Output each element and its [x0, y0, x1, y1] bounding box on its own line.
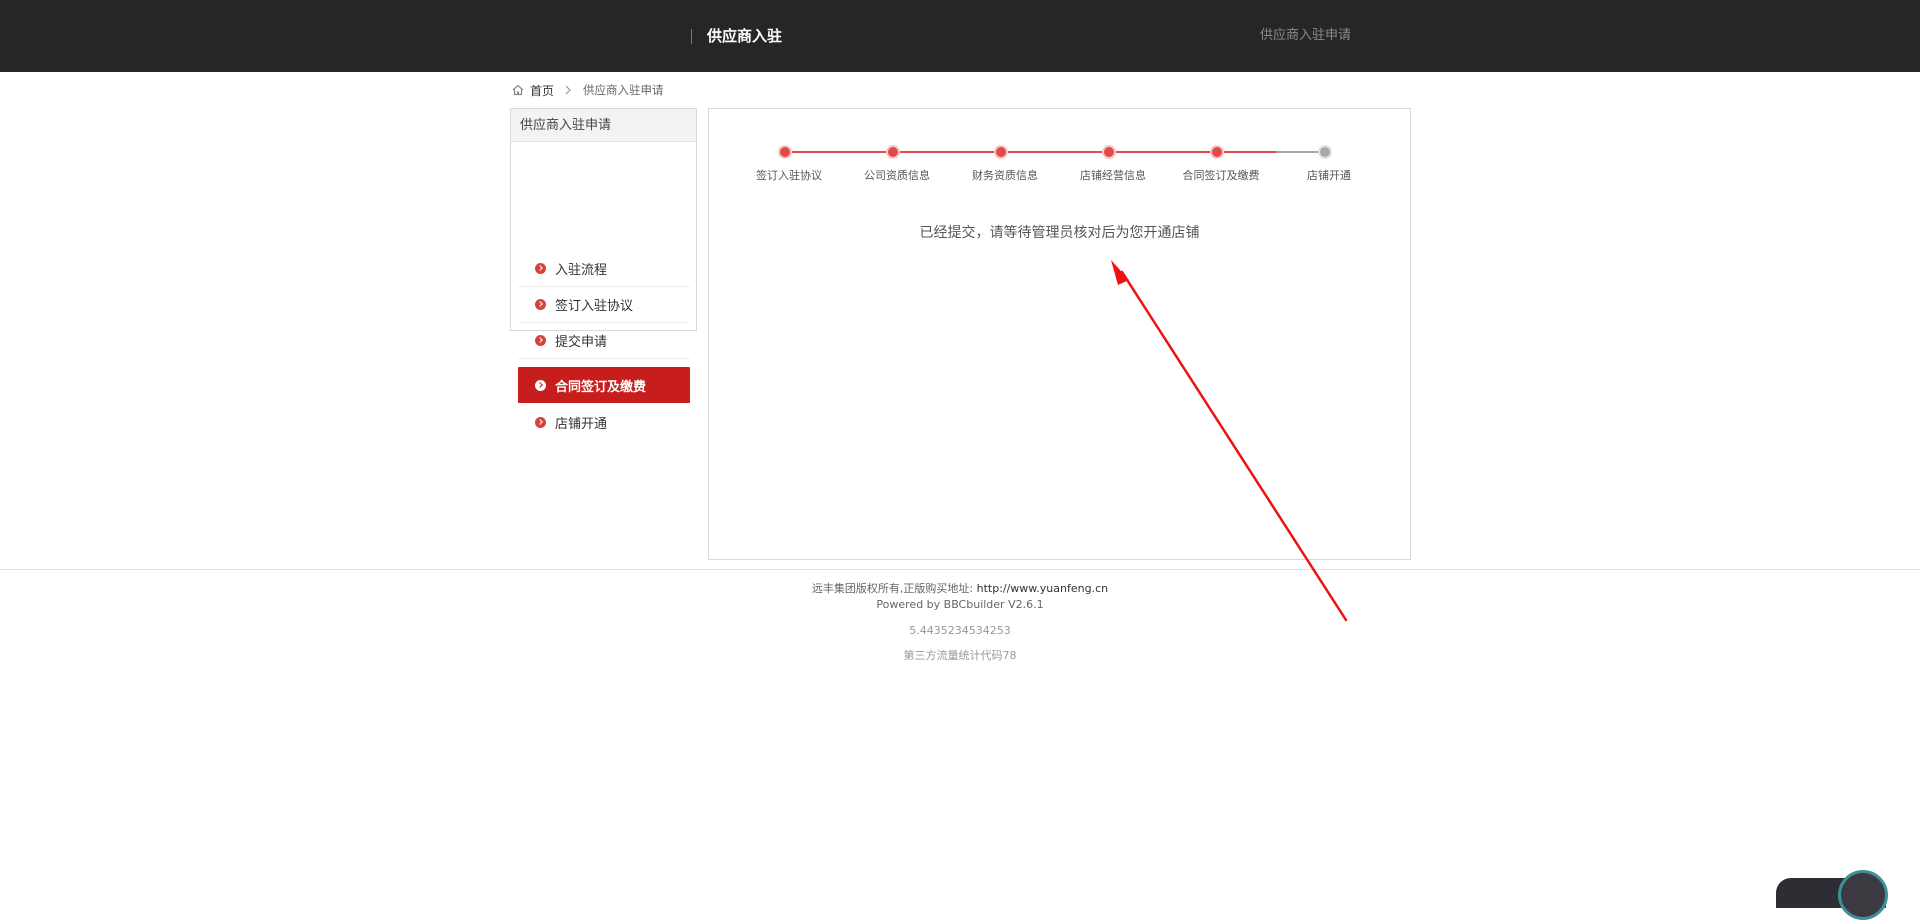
step-label: 店铺开通: [1307, 169, 1351, 182]
chevron-right-icon: [565, 85, 571, 95]
copyright-text: 远丰集团版权所有,正版购买地址:: [811, 582, 974, 595]
top-header: 供应商入驻 供应商入驻申请: [0, 0, 1920, 72]
step-dot: [888, 147, 898, 157]
footer-url-link[interactable]: http://www.yuanfeng.cn: [977, 582, 1108, 595]
sidebar-title: 供应商入驻申请: [511, 109, 696, 142]
sidebar-item-label: 入驻流程: [555, 263, 608, 278]
breadcrumb: 首页 供应商入驻申请: [511, 81, 664, 99]
step-dot: [996, 147, 1006, 157]
step-label: 店铺经营信息: [1080, 169, 1146, 182]
step-label: 公司资质信息: [864, 169, 930, 182]
site-title: 供应商入驻: [707, 27, 783, 45]
step-dot: [780, 147, 790, 157]
step-connector: [1006, 151, 1104, 153]
step-connector: [1222, 151, 1276, 153]
header-apply-link[interactable]: 供应商入驻申请: [1260, 26, 1351, 46]
step-label: 签订入驻协议: [756, 169, 822, 182]
chevron-circle-icon: [535, 416, 546, 428]
footer-powered: Powered by BBCbuilder V2.6.1: [876, 598, 1044, 611]
sidebar-item-contract[interactable]: 合同签订及缴费: [518, 367, 690, 403]
footer-divider: [0, 569, 1920, 570]
chevron-circle-icon: [535, 263, 546, 274]
sidebar-item-label: 签订入驻协议: [555, 299, 634, 314]
step-connector: [1276, 151, 1320, 153]
breadcrumb-home[interactable]: 首页: [530, 82, 554, 99]
sidebar-item-agreement[interactable]: 签订入驻协议: [518, 287, 690, 323]
footer-stats: 第三方流量统计代码78: [903, 649, 1017, 662]
sidebar-item-label: 店铺开通: [555, 416, 608, 432]
header-divider: [691, 29, 692, 44]
step-dot: [1320, 147, 1330, 157]
breadcrumb-current: 供应商入驻申请: [583, 83, 664, 97]
floating-widget-ring-icon[interactable]: [1838, 870, 1888, 920]
chevron-circle-icon: [535, 299, 546, 310]
sidebar: 供应商入驻申请 入驻流程 签订入驻协议 提交申请 合同签订及缴费 店铺开通: [510, 108, 697, 432]
step-label: 财务资质信息: [972, 169, 1038, 182]
step-connector: [790, 151, 888, 153]
sidebar-item-submit[interactable]: 提交申请: [518, 323, 690, 359]
chevron-circle-icon: [535, 335, 546, 346]
sidebar-item-label: 合同签订及缴费: [555, 379, 647, 395]
progress-steps: 签订入驻协议 公司资质信息 财务资质信息 店铺经营信息 合同签订及缴费 店铺开通: [709, 109, 1410, 189]
home-icon[interactable]: [511, 83, 525, 97]
step-connector: [1114, 151, 1212, 153]
step-label: 合同签订及缴费: [1182, 169, 1260, 182]
step-dot: [1212, 147, 1222, 157]
sidebar-item-label: 提交申请: [555, 335, 608, 350]
status-message: 已经提交，请等待管理员核对后为您开通店铺: [919, 225, 1200, 241]
footer-copyright: 远丰集团版权所有,正版购买地址: http://www.yuanfeng.cn: [0, 580, 1920, 596]
chevron-circle-icon: [535, 379, 546, 391]
step-dot: [1104, 147, 1114, 157]
footer-timing: 5.4435234534253: [909, 624, 1011, 637]
step-connector: [898, 151, 996, 153]
main-panel: 签订入驻协议 公司资质信息 财务资质信息 店铺经营信息 合同签订及缴费 店铺开通…: [708, 108, 1411, 560]
sidebar-item-process[interactable]: 入驻流程: [518, 251, 690, 287]
sidebar-item-store-open[interactable]: 店铺开通: [518, 404, 690, 440]
